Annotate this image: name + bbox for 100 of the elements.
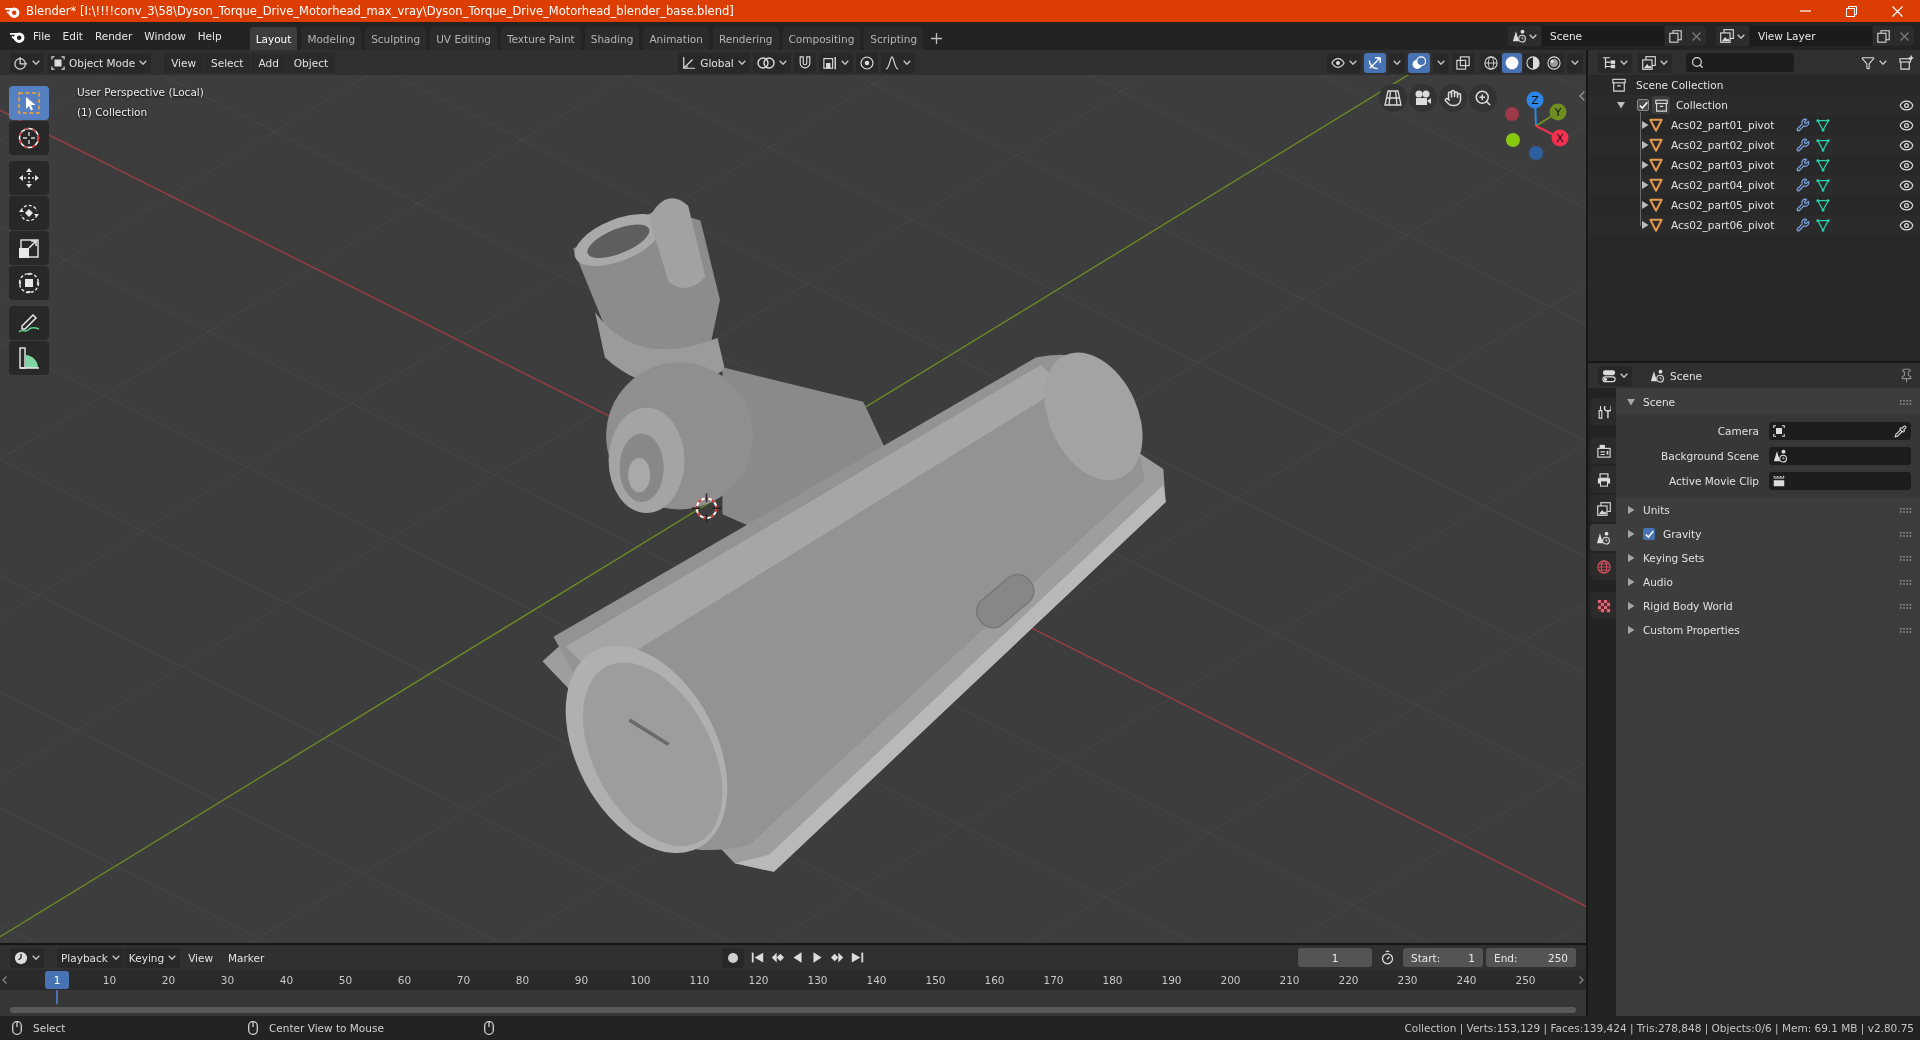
triangle-vertices-icon[interactable] xyxy=(1816,158,1830,172)
checkbox[interactable] xyxy=(1643,528,1655,540)
triangle-vertices-icon[interactable] xyxy=(1816,218,1830,232)
shading-mode-button[interactable] xyxy=(1481,52,1501,73)
editor-type-dropdown[interactable] xyxy=(10,947,44,968)
stopwatch-icon[interactable] xyxy=(1380,950,1395,965)
tree-item-label[interactable]: Acs02_part03_pivot xyxy=(1671,159,1796,171)
gizmos-dropdown[interactable] xyxy=(1389,52,1405,73)
editor-type-dropdown[interactable] xyxy=(10,52,44,73)
axis-handle[interactable]: Y xyxy=(1535,103,1567,127)
axis-handle[interactable]: X xyxy=(1535,125,1569,147)
eye-icon[interactable] xyxy=(1899,137,1914,153)
disclosure-triangle-icon[interactable] xyxy=(1627,578,1635,586)
workspace-tab[interactable]: Sculpting xyxy=(365,27,427,50)
menu-item[interactable]: File xyxy=(27,26,57,46)
workspace-tab[interactable]: Compositing xyxy=(782,27,861,50)
tool-button[interactable] xyxy=(9,341,49,375)
workspace-tab[interactable]: Shading xyxy=(584,27,640,50)
tool-button[interactable] xyxy=(9,306,49,340)
display-mode-dropdown[interactable] xyxy=(1638,52,1672,73)
proportional-edit-toggle[interactable] xyxy=(855,52,878,73)
new-collection-icon[interactable] xyxy=(1899,55,1914,70)
shading-mode-button[interactable] xyxy=(1544,52,1564,73)
disclosure-triangle-icon[interactable] xyxy=(1627,626,1635,634)
tool-button[interactable] xyxy=(9,231,49,265)
eyedropper-icon[interactable] xyxy=(1894,424,1907,438)
menu-item[interactable]: Add xyxy=(251,52,286,73)
new-view-layer-button[interactable] xyxy=(1873,26,1893,46)
new-scene-button[interactable] xyxy=(1665,26,1685,46)
workspace-tab[interactable]: Texture Paint xyxy=(500,27,581,50)
pan-view-button[interactable] xyxy=(1439,84,1467,112)
menu-item[interactable]: Help xyxy=(191,26,228,46)
snap-target-dropdown[interactable] xyxy=(818,52,853,73)
object-picker-field[interactable] xyxy=(1769,422,1911,440)
previous-keyframe-icon[interactable] xyxy=(771,951,784,964)
object-picker-field[interactable] xyxy=(1769,447,1911,465)
menu-item[interactable]: Window xyxy=(138,26,192,46)
chevron-left-icon[interactable] xyxy=(1579,91,1585,101)
menu-dropdown[interactable]: Keying xyxy=(124,947,181,968)
disclosure-triangle-icon[interactable] xyxy=(1627,554,1635,562)
shading-dropdown[interactable] xyxy=(1567,52,1583,73)
menu-item[interactable]: View xyxy=(164,52,204,73)
playhead-frame[interactable]: 1 xyxy=(45,971,69,989)
disclosure-triangle-icon[interactable] xyxy=(1641,121,1649,129)
pivot-dropdown[interactable] xyxy=(752,52,791,73)
visibility-dropdown[interactable] xyxy=(1327,52,1361,73)
tree-item-label[interactable]: Acs02_part06_pivot xyxy=(1671,219,1796,231)
scene-name-field[interactable]: Scene xyxy=(1542,26,1664,46)
eye-icon[interactable] xyxy=(1899,117,1914,133)
tree-item-label[interactable]: Acs02_part01_pivot xyxy=(1671,119,1796,131)
mode-dropdown[interactable]: Object Mode xyxy=(47,52,152,73)
workspace-tab[interactable]: Layout xyxy=(249,27,298,50)
camera-view-button[interactable] xyxy=(1409,84,1437,112)
falloff-dropdown[interactable] xyxy=(880,52,915,73)
menu-item[interactable]: Edit xyxy=(56,26,89,46)
triangle-vertices-icon[interactable] xyxy=(1816,198,1830,212)
disclosure-triangle-icon[interactable] xyxy=(1627,602,1635,610)
workspace-tab[interactable]: Rendering xyxy=(712,27,779,50)
wrench-icon[interactable] xyxy=(1796,138,1810,152)
horizontal-scrollbar[interactable] xyxy=(10,1007,1576,1013)
disclosure-triangle-icon[interactable] xyxy=(1627,530,1635,538)
tool-button[interactable] xyxy=(9,121,49,155)
end-frame-field[interactable]: End: 250 xyxy=(1486,948,1576,967)
delete-scene-button[interactable] xyxy=(1686,26,1706,46)
properties-tab[interactable] xyxy=(1591,466,1616,493)
overlays-toggle[interactable] xyxy=(1408,52,1430,73)
overlays-dropdown[interactable] xyxy=(1433,52,1449,73)
disclosure-triangle-icon[interactable] xyxy=(1641,141,1649,149)
tool-button[interactable] xyxy=(9,266,49,300)
timeline-track[interactable] xyxy=(0,990,1586,1004)
tree-item-label[interactable]: Acs02_part04_pivot xyxy=(1671,179,1796,191)
eye-icon[interactable] xyxy=(1899,217,1914,233)
tree-item-label[interactable]: Scene Collection xyxy=(1636,79,1724,91)
current-frame-field[interactable]: 1 xyxy=(1298,948,1372,967)
jump-to-end-icon[interactable] xyxy=(851,951,864,964)
pin-icon[interactable] xyxy=(1899,368,1914,383)
disclosure-triangle-icon[interactable] xyxy=(1641,221,1649,229)
axis-dot-icon[interactable] xyxy=(1505,107,1519,121)
menu-item[interactable]: Render xyxy=(88,26,139,46)
next-keyframe-icon[interactable] xyxy=(831,951,844,964)
editor-type-dropdown[interactable] xyxy=(1598,52,1632,73)
play-reverse-icon[interactable] xyxy=(791,951,804,964)
shading-mode-button[interactable] xyxy=(1523,52,1543,73)
workspace-tab[interactable]: Modeling xyxy=(301,27,362,50)
menu-item[interactable]: View xyxy=(181,947,221,968)
properties-tab[interactable] xyxy=(1591,398,1616,425)
disclosure-triangle-icon[interactable] xyxy=(1627,398,1635,406)
view-layer-browse-button[interactable] xyxy=(1716,26,1749,46)
scene-browse-button[interactable] xyxy=(1508,26,1541,46)
delete-view-layer-button[interactable] xyxy=(1894,26,1914,46)
eye-icon[interactable] xyxy=(1899,157,1914,173)
object-picker-field[interactable] xyxy=(1769,472,1911,490)
gizmos-toggle[interactable] xyxy=(1364,52,1386,73)
properties-tab[interactable] xyxy=(1591,437,1616,464)
eye-icon[interactable] xyxy=(1899,197,1914,213)
disclosure-triangle-icon[interactable] xyxy=(1641,181,1649,189)
checkbox[interactable] xyxy=(1637,99,1649,111)
wrench-icon[interactable] xyxy=(1796,218,1810,232)
shading-mode-button[interactable] xyxy=(1502,52,1522,73)
orientation-dropdown[interactable]: Global xyxy=(678,52,750,73)
